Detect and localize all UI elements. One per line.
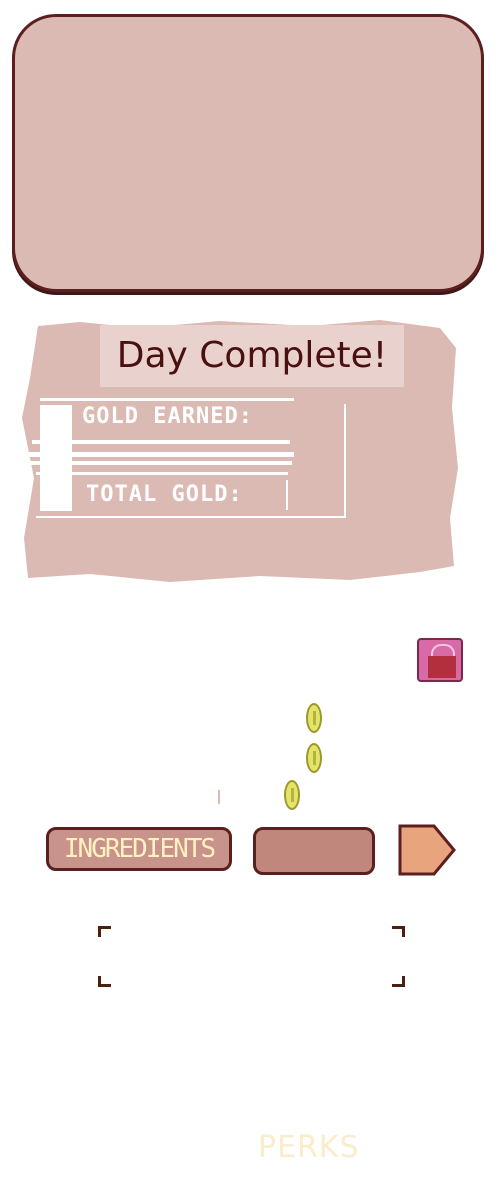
frame-corner <box>392 926 405 937</box>
spark <box>218 790 220 804</box>
gold-earned-label: GOLD EARNED: <box>82 404 253 429</box>
stats-obscured-row <box>30 461 292 465</box>
top-panel <box>12 14 484 292</box>
total-gold-label: TOTAL GOLD: <box>86 482 243 507</box>
stats-divider <box>36 472 288 475</box>
stats-obscured-row <box>26 452 294 457</box>
gold-coin-icon <box>284 780 300 810</box>
stats-divider <box>32 440 290 444</box>
gold-coin-icon <box>306 703 322 733</box>
day-complete-title: Day Complete! <box>116 335 388 376</box>
frame-corner <box>98 976 111 987</box>
frame-corner <box>98 926 111 937</box>
stats-column-block <box>40 405 72 511</box>
stats-divider <box>40 398 294 401</box>
frame-corner <box>392 976 405 987</box>
arrow-right-icon[interactable] <box>396 823 458 877</box>
gold-coin-icon <box>306 743 322 773</box>
perks-button[interactable]: PERKS <box>258 1130 360 1165</box>
shopping-bag-icon <box>428 656 456 678</box>
tab-ingredients-label: INGREDIENTS <box>63 834 216 864</box>
stats-divider <box>286 480 288 510</box>
tab-blank[interactable] <box>253 827 375 875</box>
